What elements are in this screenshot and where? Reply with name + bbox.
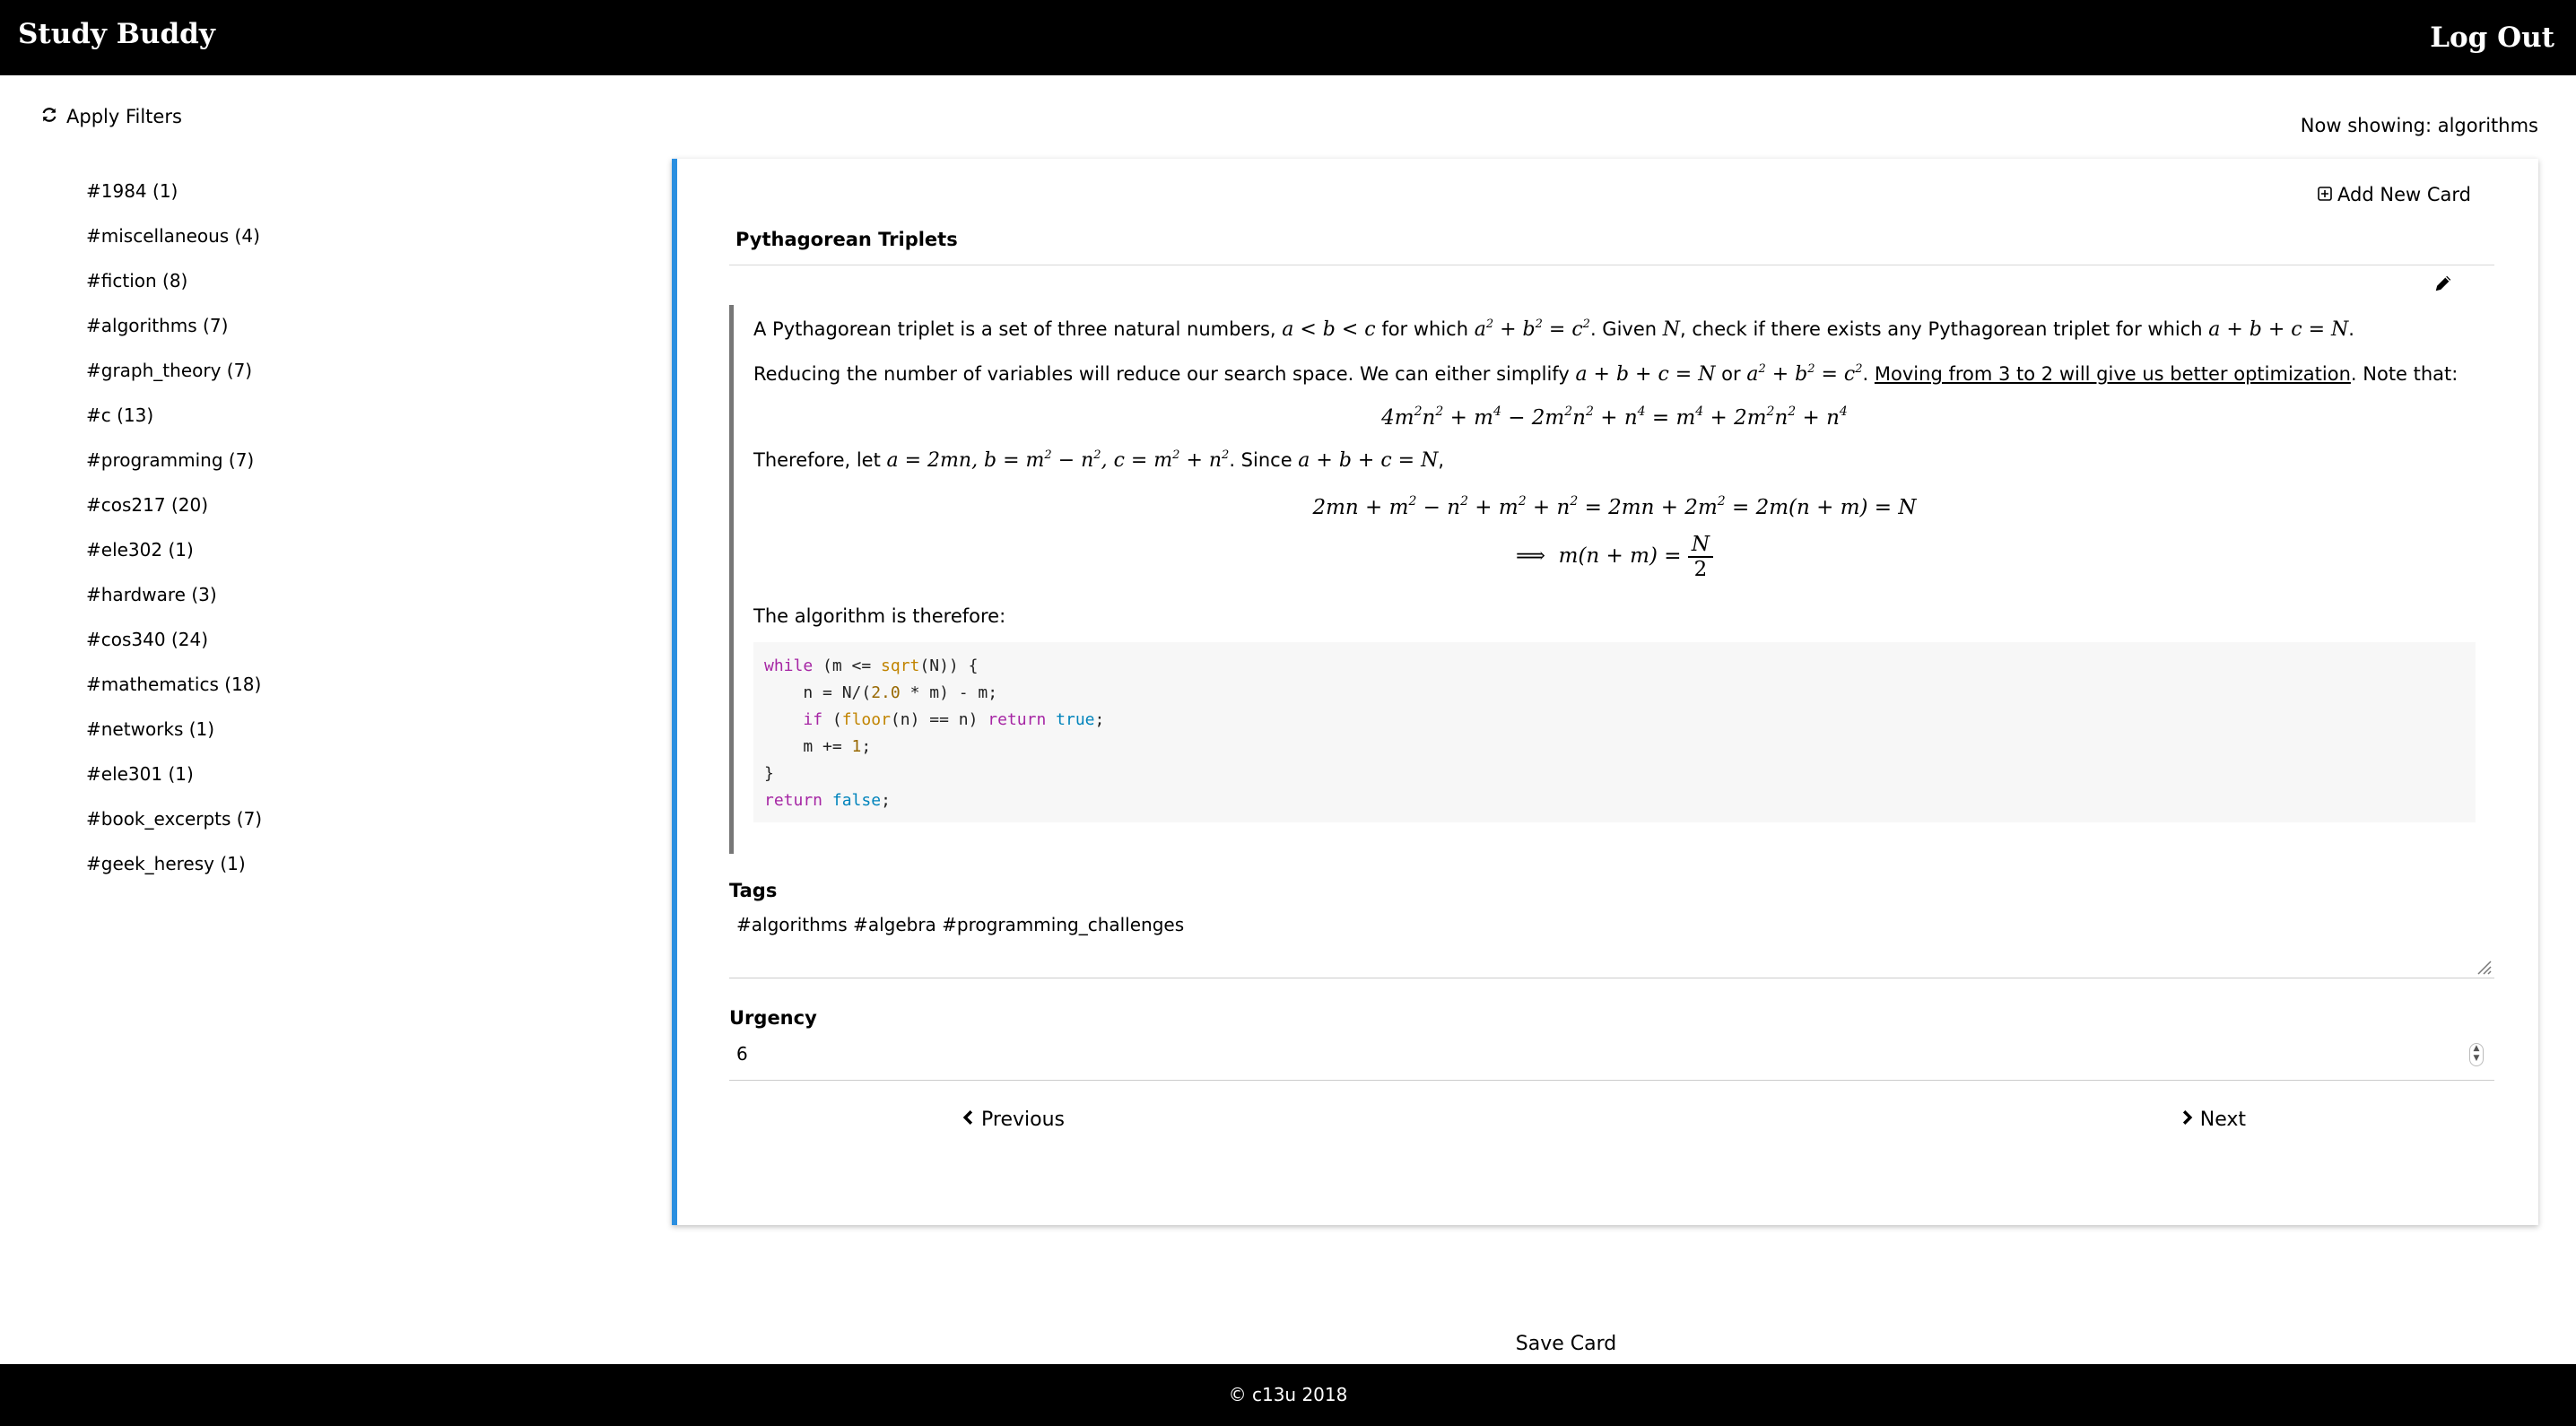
math-inline: a2 + b2 = c2 xyxy=(1746,362,1863,386)
math-inline: a + b + c = N xyxy=(1575,363,1716,386)
tags-textarea[interactable]: #algorithms #algebra #programming_challe… xyxy=(729,903,2494,978)
tag-filter-item[interactable]: #cos217 (20) xyxy=(86,492,262,537)
tag-filter-item[interactable]: #mathematics (18) xyxy=(86,672,262,717)
optimization-link[interactable]: Moving from 3 to 2 will give us better o… xyxy=(1875,363,2351,385)
plus-square-icon xyxy=(2318,184,2332,205)
pencil-icon[interactable] xyxy=(2433,274,2453,293)
math-inline: a2 + b2 = c2 xyxy=(1474,317,1590,341)
flash-card: Add New Card Pythagorean Triplets A Pyth… xyxy=(672,159,2538,1355)
card-content: A Pythagorean triplet is a set of three … xyxy=(729,305,2489,854)
math-inline: N xyxy=(1662,318,1680,341)
number-stepper[interactable]: ▲ ▼ xyxy=(2469,1043,2484,1066)
card-paragraph: A Pythagorean triplet is a set of three … xyxy=(753,317,2354,341)
chevron-right-icon xyxy=(2181,1109,2193,1131)
math-display: ⟹ m(n + m) = N2 xyxy=(753,533,2476,581)
add-new-card-button[interactable]: Add New Card xyxy=(2318,184,2471,205)
tag-filter-item[interactable]: #geek_heresy (1) xyxy=(86,851,262,896)
math-display: 4m2n2 + m4 − 2m2n2 + n4 = m4 + 2m2n2 + n… xyxy=(1381,404,1848,430)
tag-filter-item[interactable]: #networks (1) xyxy=(86,717,262,761)
tag-filter-item[interactable]: #book_excerpts (7) xyxy=(86,806,262,851)
card-paragraph: Therefore, let a = 2mn, b = m2 − n2, c =… xyxy=(753,448,1445,472)
tag-filter-list: #1984 (1) #miscellaneous (4) #fiction (8… xyxy=(86,178,262,896)
urgency-value: 6 xyxy=(736,1043,748,1065)
code-block: while (m <= sqrt(N)) { n = N/(2.0 * m) -… xyxy=(753,642,2476,822)
now-showing-label: Now showing: algorithms xyxy=(2300,115,2538,136)
tag-filter-item[interactable]: #1984 (1) xyxy=(86,178,262,223)
top-navbar: Study Buddy Log Out xyxy=(0,0,2576,75)
logout-button[interactable]: Log Out xyxy=(2430,22,2554,54)
card-paragraph: Reducing the number of variables will re… xyxy=(753,362,2459,386)
tag-filter-item[interactable]: #algorithms (7) xyxy=(86,313,262,358)
math-inline: a = 2mn, b = m2 − n2, c = m2 + n2 xyxy=(886,448,1230,472)
apply-filters-label: Apply Filters xyxy=(66,106,182,127)
tag-filter-item[interactable]: #graph_theory (7) xyxy=(86,358,262,403)
math-inline: a + b + c = N xyxy=(1298,449,1439,472)
next-label: Next xyxy=(2199,1109,2246,1131)
add-new-card-label: Add New Card xyxy=(2337,184,2471,205)
next-button[interactable]: Next xyxy=(2181,1109,2246,1131)
tags-label: Tags xyxy=(729,880,778,901)
tag-filter-item[interactable]: #programming (7) xyxy=(86,448,262,492)
previous-label: Previous xyxy=(981,1109,1065,1131)
footer: © c13u 2018 xyxy=(0,1364,2576,1426)
tag-filter-item[interactable]: #c (13) xyxy=(86,403,262,448)
tag-filter-item[interactable]: #hardware (3) xyxy=(86,582,262,627)
resize-grip-icon[interactable] xyxy=(2474,957,2492,975)
card-title: Pythagorean Triplets xyxy=(735,229,958,250)
brand-logo[interactable]: Study Buddy xyxy=(18,18,215,50)
chevron-left-icon xyxy=(962,1109,974,1131)
copyright-text: © c13u 2018 xyxy=(1228,1384,1348,1405)
math-inline: a + b + c = N xyxy=(2208,318,2349,341)
math-inline: a < b < c xyxy=(1282,318,1376,341)
previous-button[interactable]: Previous xyxy=(962,1109,1065,1131)
math-display: 2mn + m2 − n2 + m2 + n2 = 2mn + 2m2 = 2m… xyxy=(1312,494,1917,519)
card-paragraph: The algorithm is therefore: xyxy=(753,605,1006,627)
urgency-input[interactable]: 6 ▲ ▼ xyxy=(729,1030,2494,1081)
tag-filter-item[interactable]: #cos340 (24) xyxy=(86,627,262,672)
tag-filter-item[interactable]: #ele301 (1) xyxy=(86,761,262,806)
tag-filter-item[interactable]: #ele302 (1) xyxy=(86,537,262,582)
apply-filters-button[interactable]: Apply Filters xyxy=(41,106,182,127)
urgency-label: Urgency xyxy=(729,1007,817,1029)
save-card-button[interactable]: Save Card xyxy=(1516,1333,1616,1355)
tag-filter-item[interactable]: #fiction (8) xyxy=(86,268,262,313)
refresh-icon xyxy=(41,106,57,127)
tag-filter-item[interactable]: #miscellaneous (4) xyxy=(86,223,262,268)
